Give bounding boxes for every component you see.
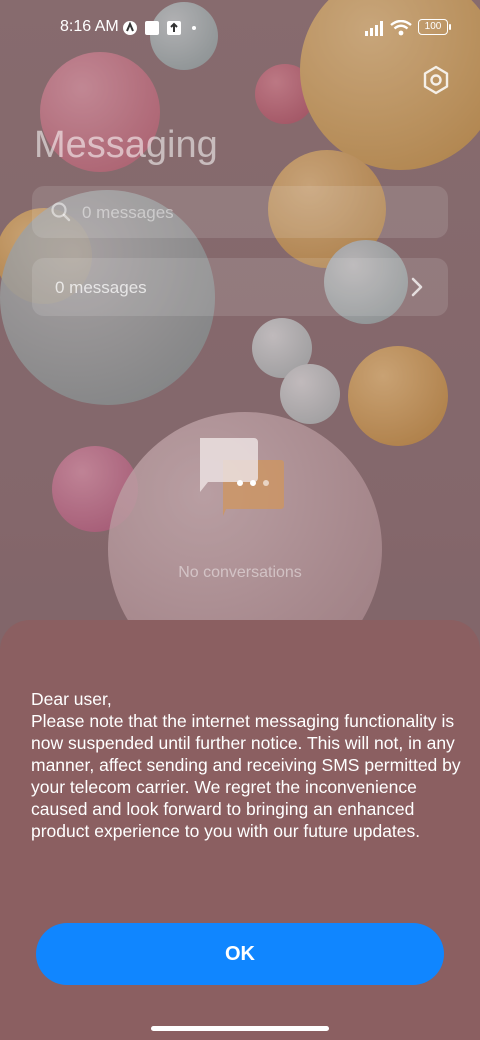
chevron-right-icon (411, 277, 423, 297)
battery-tip (449, 24, 451, 30)
dot-icon (192, 26, 196, 30)
settings-gear-icon[interactable] (420, 64, 452, 96)
messages-row-label: 0 messages (55, 278, 147, 297)
search-icon (51, 202, 71, 222)
empty-state-label: No conversations (178, 564, 302, 581)
home-indicator[interactable] (151, 1026, 329, 1031)
battery-icon: 100 (418, 19, 448, 35)
notification-icon (145, 21, 159, 35)
ok-button[interactable]: OK (36, 923, 444, 985)
signal-icon (365, 21, 383, 36)
notification-icon (123, 21, 137, 35)
search-bar[interactable]: 0 messages (32, 186, 448, 238)
messages-row[interactable]: 0 messages (32, 258, 448, 316)
notice-dialog: Dear user, Please note that the internet… (0, 620, 480, 1040)
search-placeholder: 0 messages (82, 203, 174, 222)
status-bar: 8:16 AM 100 (0, 0, 480, 56)
status-time: 8:16 AM (60, 18, 119, 35)
battery-level: 100 (424, 21, 442, 32)
chat-bubbles-icon (200, 438, 284, 516)
wifi-icon (390, 20, 412, 36)
notification-icon (167, 21, 181, 35)
page-title: Messaging (34, 124, 218, 166)
dialog-message: Dear user, Please note that the internet… (31, 689, 461, 841)
